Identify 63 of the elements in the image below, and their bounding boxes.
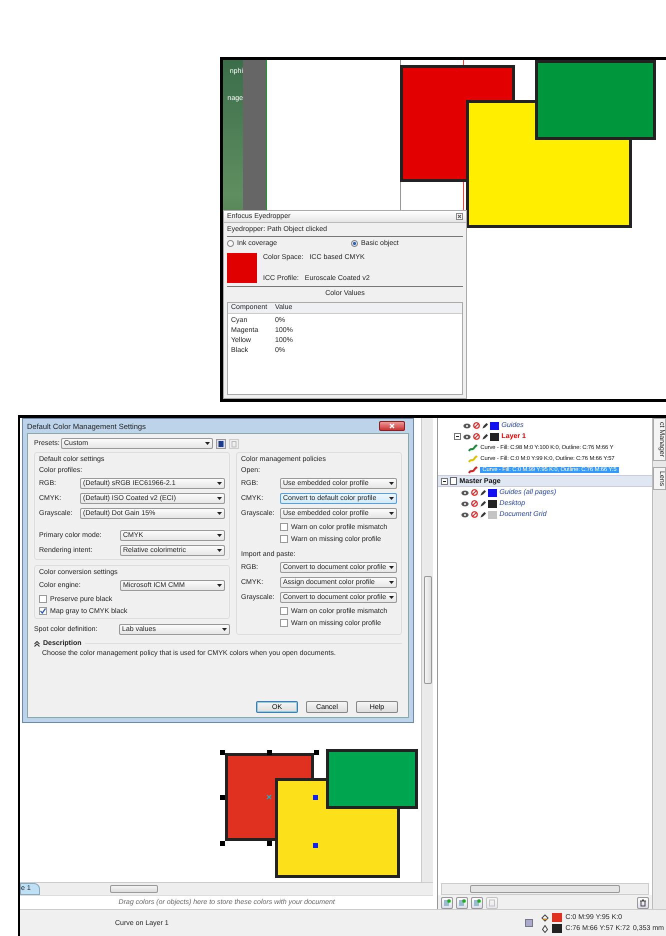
delete-button[interactable] — [637, 897, 650, 909]
page-icon — [488, 899, 496, 907]
radio-button[interactable] — [227, 240, 234, 247]
eye-icon[interactable] — [463, 422, 472, 428]
caret-icon — [217, 584, 222, 587]
eye-icon[interactable] — [463, 434, 472, 440]
caret-icon — [389, 581, 394, 584]
center-marker-icon — [266, 794, 272, 800]
layer-button[interactable] — [471, 897, 484, 909]
selection-handle[interactable] — [220, 795, 225, 800]
caret-icon — [389, 566, 394, 569]
selection-handle[interactable] — [267, 750, 272, 755]
layer-add-icon — [443, 899, 452, 907]
checkbox[interactable] — [280, 619, 288, 627]
pen-nib-icon — [541, 924, 550, 932]
checkbox[interactable] — [280, 607, 288, 615]
expander-icon[interactable] — [454, 433, 462, 440]
selection-handle[interactable] — [267, 841, 272, 846]
selection-handle[interactable] — [220, 841, 225, 846]
eye-icon[interactable] — [461, 490, 470, 496]
vertical-scrollbar[interactable] — [421, 418, 434, 882]
node-handle[interactable] — [313, 795, 318, 800]
caret-icon — [389, 497, 394, 500]
layer-button[interactable] — [441, 897, 454, 909]
caret-icon — [217, 497, 222, 500]
caret-icon — [217, 482, 222, 485]
selection-handle[interactable] — [314, 750, 319, 755]
outline-color-chip — [552, 924, 562, 933]
page-icon — [450, 477, 458, 485]
document-icon — [525, 919, 533, 927]
color-swatch — [227, 253, 257, 283]
caret-icon — [205, 442, 210, 445]
eye-icon[interactable] — [461, 500, 470, 506]
fill-color-chip — [552, 913, 562, 922]
trash-icon — [639, 899, 648, 907]
expander-icon[interactable] — [441, 478, 448, 484]
caret-icon — [217, 549, 222, 552]
caret-icon — [389, 596, 394, 599]
horizontal-scrollbar[interactable] — [441, 883, 650, 895]
layer-add-icon — [458, 899, 466, 907]
eye-icon[interactable] — [461, 512, 470, 518]
scroll-thumb[interactable] — [110, 885, 158, 893]
caret-icon — [217, 534, 222, 537]
checkbox[interactable] — [280, 535, 288, 543]
close-icon[interactable] — [456, 213, 463, 220]
checkbox[interactable] — [39, 595, 47, 603]
caret-icon — [389, 512, 394, 515]
selection-handle[interactable] — [220, 750, 225, 755]
layer-button[interactable] — [456, 897, 468, 909]
checkbox[interactable] — [39, 607, 47, 615]
layer-add-icon — [473, 899, 482, 907]
caret-icon — [389, 482, 394, 485]
checkbox[interactable] — [280, 523, 288, 531]
node-handle[interactable] — [313, 843, 318, 848]
close-icon — [389, 423, 395, 429]
collapse-icon[interactable] — [34, 640, 40, 646]
checkmark-icon — [40, 608, 46, 614]
radio-button[interactable] — [351, 240, 358, 247]
caret-icon — [217, 512, 222, 515]
fill-bucket-icon — [541, 914, 550, 922]
close-button[interactable] — [379, 421, 405, 431]
caret-icon — [222, 628, 227, 631]
save-icon[interactable] — [216, 438, 226, 448]
